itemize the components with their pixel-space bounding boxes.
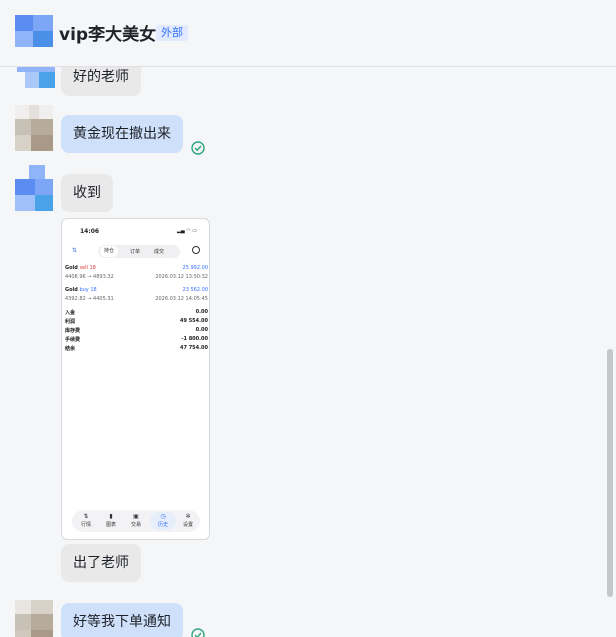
summary-label: 结余 — [65, 346, 76, 352]
tab-settings: ✲ 设置 — [178, 513, 198, 528]
trade-row: Gold sell 18 25 992.00 — [65, 265, 208, 271]
message-bubble[interactable]: 出了老师 — [61, 544, 141, 582]
phone-status-icons: ▂▄ ◠ ▭ — [177, 228, 197, 234]
history-icon: ◷ — [160, 513, 166, 520]
scrollbar[interactable] — [607, 349, 613, 597]
summary-value: -1 800.00 — [181, 336, 208, 342]
message-text: 出了老师 — [73, 555, 129, 571]
summary-row: 利润 49 554.00 — [65, 318, 208, 325]
chart-icon: ▮ — [109, 513, 113, 520]
trade-prices: 4408.96 → 4893.32 — [65, 274, 114, 280]
trade-symbol: Gold — [65, 287, 78, 293]
contact-avatar[interactable] — [15, 165, 53, 211]
trade-row: Gold buy 18 23 562.00 — [65, 287, 208, 293]
summary-value: 0.00 — [195, 327, 208, 333]
contact-avatar[interactable] — [15, 15, 53, 47]
tab-label: 设置 — [182, 522, 193, 528]
trade-lots: 18 — [89, 265, 96, 271]
trade-profit: 25 992.00 — [182, 265, 208, 271]
tab-trade: ▣ 交易 — [126, 513, 146, 528]
read-check-icon — [191, 628, 205, 637]
trade-side: sell — [79, 265, 88, 271]
summary-row: 结余 47 754.00 — [65, 345, 208, 352]
trade-profit: 23 562.00 — [182, 287, 208, 293]
segment-control: 持仓 订单 成交 — [98, 245, 180, 258]
image-message[interactable]: 14:06 ▂▄ ◠ ▭ ⇅ 持仓 订单 成交 Gold sell 18 25 … — [61, 218, 210, 540]
read-check-icon — [191, 141, 205, 155]
tab-chart: ▮ 图表 — [101, 513, 121, 528]
trade-date: 2026.03.12 14:05:45 — [155, 296, 208, 302]
tab-label: 交易 — [130, 522, 141, 528]
segment-orders: 订单 — [130, 249, 141, 255]
trade-date: 2026.03.12 13:50:32 — [155, 274, 208, 280]
external-badge: 外部 — [156, 25, 188, 41]
trade-icon: ▣ — [133, 513, 139, 520]
summary-row: 入金 0.00 — [65, 309, 208, 316]
message-bubble[interactable]: 黄金现在撤出来 — [61, 115, 183, 153]
summary-label: 库存费 — [65, 328, 81, 334]
summary-value: 0.00 — [195, 309, 208, 315]
clock-icon — [192, 246, 200, 254]
summary-value: 49 554.00 — [180, 318, 208, 324]
trade-symbol: Gold — [65, 265, 78, 271]
message-text: 好等我下单通知 — [73, 614, 171, 630]
my-avatar[interactable] — [15, 105, 53, 151]
trade-row-detail: 4392.82 → 4405.31 2026.03.12 14:05:45 — [65, 296, 208, 302]
trade-side: buy — [79, 287, 89, 293]
summary-value: 47 754.00 — [180, 345, 208, 351]
tab-label: 图表 — [105, 522, 116, 528]
gear-icon: ✲ — [185, 513, 191, 520]
segment-positions: 持仓 — [100, 246, 119, 257]
message-bubble[interactable]: 收到 — [61, 174, 113, 212]
segment-deals: 成交 — [154, 249, 165, 255]
summary-label: 利润 — [65, 319, 76, 325]
message-text: 黄金现在撤出来 — [73, 126, 171, 142]
message-text: 好的老师 — [73, 69, 129, 85]
quotes-icon: ⇅ — [83, 513, 89, 520]
trade-lots: 18 — [90, 287, 97, 293]
phone-tab-bar: ⇅ 行情 ▮ 图表 ▣ 交易 ◷ 历史 ✲ 设置 — [72, 510, 200, 532]
chat-header: vip李大美女 外部 — [0, 0, 616, 67]
tab-label: 历史 — [157, 522, 168, 528]
chat-title[interactable]: vip李大美女 — [59, 20, 156, 45]
tab-quotes: ⇅ 行情 — [76, 513, 96, 528]
tab-label: 行情 — [80, 522, 91, 528]
tab-history: ◷ 历史 — [153, 513, 173, 528]
summary-row: 手续费 -1 800.00 — [65, 336, 208, 343]
summary-row: 库存费 0.00 — [65, 327, 208, 334]
message-text: 收到 — [73, 185, 101, 201]
summary-label: 入金 — [65, 310, 76, 316]
trade-row-detail: 4408.96 → 4893.32 2026.03.12 13:50:32 — [65, 274, 208, 280]
sort-icon: ⇅ — [72, 247, 78, 254]
phone-time: 14:06 — [80, 228, 100, 235]
my-avatar[interactable] — [15, 600, 53, 637]
trade-prices: 4392.82 → 4405.31 — [65, 296, 114, 302]
summary-label: 手续费 — [65, 337, 81, 343]
message-bubble[interactable]: 好等我下单通知 — [61, 603, 183, 637]
